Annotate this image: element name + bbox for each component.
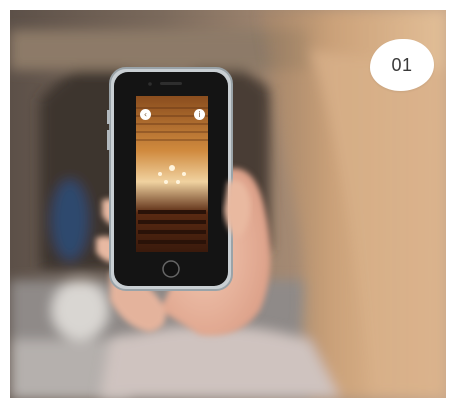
screen-info-icon[interactable]: i bbox=[194, 109, 205, 120]
step-number-text: 01 bbox=[391, 54, 413, 75]
step-number-badge: 01 bbox=[370, 39, 434, 91]
screen-back-icon[interactable]: ‹ bbox=[140, 109, 151, 120]
photo-frame: ‹ i 01 bbox=[10, 10, 446, 398]
